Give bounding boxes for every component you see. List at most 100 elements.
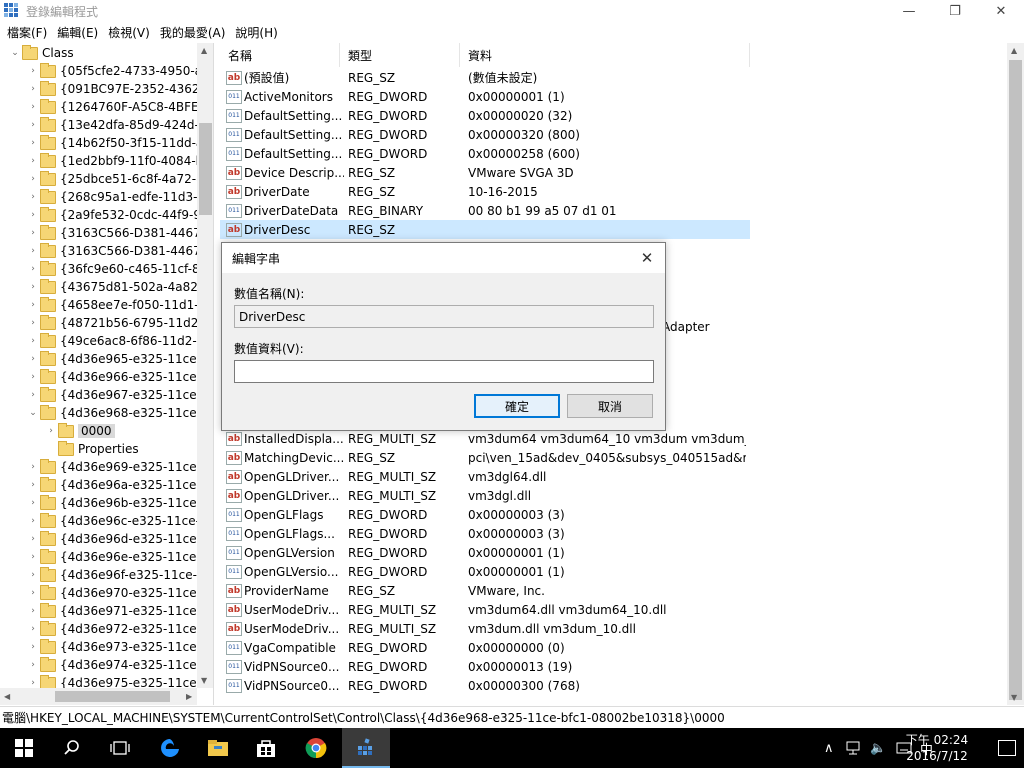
menu-help[interactable]: 說明(H): [230, 24, 282, 41]
cancel-button[interactable]: 取消: [567, 394, 653, 418]
value-row[interactable]: ab Device Descrip... REG_SZ VMware SVGA 3D: [220, 163, 750, 182]
minimize-button[interactable]: —: [886, 0, 932, 22]
value-row[interactable]: ab DriverDate REG_SZ 10-16-2015: [220, 182, 750, 201]
tree-hscroll-thumb[interactable]: [55, 691, 170, 702]
show-hidden-icons[interactable]: ∧: [824, 728, 834, 768]
scroll-up-icon[interactable]: ▲: [201, 46, 207, 55]
store-button[interactable]: [242, 728, 290, 768]
value-row[interactable]: 011 OpenGLFlags... REG_DWORD 0x00000003 (3): [220, 524, 750, 543]
tree-item[interactable]: › {4658ee7e-f050-11d1-: [26, 296, 197, 314]
value-data-input[interactable]: [234, 360, 654, 383]
expand-arrow-icon[interactable]: ›: [26, 210, 40, 220]
scroll-up-icon[interactable]: ▲: [1011, 46, 1017, 55]
value-row[interactable]: ab UserModeDriv... REG_MULTI_SZ vm3dum64.dl…: [220, 600, 750, 619]
clock[interactable]: 下午 02:24 2016/7/12: [902, 732, 972, 764]
registry-editor-taskbar-button[interactable]: [342, 728, 390, 768]
expand-arrow-icon[interactable]: ›: [26, 336, 40, 346]
tree-item[interactable]: Properties: [44, 440, 139, 458]
tree-item[interactable]: › {4d36e96f-e325-11ce-l: [26, 566, 197, 584]
expand-arrow-icon[interactable]: ›: [26, 372, 40, 382]
network-icon[interactable]: [846, 728, 862, 768]
tree-item-selected[interactable]: › 0000: [44, 422, 115, 440]
tree-item[interactable]: › {4d36e970-e325-11ce-: [26, 584, 197, 602]
tree-item-class[interactable]: ⌄ Class: [8, 44, 74, 62]
value-row[interactable]: ab InstalledDispla... REG_MULTI_SZ vm3dum64…: [220, 429, 750, 448]
menu-view[interactable]: 檢視(V): [103, 24, 155, 41]
expand-arrow-icon[interactable]: ›: [26, 102, 40, 112]
maximize-button[interactable]: ❐: [932, 0, 978, 22]
column-header-type[interactable]: 類型: [340, 43, 460, 67]
expand-arrow-icon[interactable]: ›: [26, 678, 40, 688]
value-row[interactable]: 011 OpenGLFlags REG_DWORD 0x00000003 (3): [220, 505, 750, 524]
tree-item[interactable]: › {13e42dfa-85d9-424d-: [26, 116, 197, 134]
tree-item[interactable]: ⌄ {4d36e968-e325-11ce-: [26, 404, 197, 422]
tree-item[interactable]: › {14b62f50-3f15-11dd-a: [26, 134, 197, 152]
tree-item[interactable]: › {4d36e974-e325-11ce-: [26, 656, 197, 674]
tree-item[interactable]: › {091BC97E-2352-4362-: [26, 80, 197, 98]
expand-arrow-icon[interactable]: ›: [26, 534, 40, 544]
value-row[interactable]: 011 DefaultSetting... REG_DWORD 0x00000320 …: [220, 125, 750, 144]
column-header-name[interactable]: 名稱: [220, 43, 340, 67]
expand-arrow-icon[interactable]: ›: [26, 390, 40, 400]
edge-button[interactable]: [146, 728, 194, 768]
scroll-down-icon[interactable]: ▼: [1011, 693, 1017, 702]
value-row[interactable]: ab UserModeDriv... REG_MULTI_SZ vm3dum.dll …: [220, 619, 750, 638]
tree-item[interactable]: › {1264760F-A5C8-4BFE-: [26, 98, 197, 116]
expand-arrow-icon[interactable]: ›: [26, 570, 40, 580]
value-row[interactable]: 011 VgaCompatible REG_DWORD 0x00000000 (0): [220, 638, 750, 657]
tree-item[interactable]: › {4d36e96b-e325-11ce-: [26, 494, 197, 512]
tree-item[interactable]: › {4d36e966-e325-11ce-: [26, 368, 197, 386]
value-row[interactable]: 011 DefaultSetting... REG_DWORD 0x00000258 …: [220, 144, 750, 163]
expand-arrow-icon[interactable]: ›: [26, 264, 40, 274]
value-row[interactable]: 011 DefaultSetting... REG_DWORD 0x00000020 …: [220, 106, 750, 125]
menu-file[interactable]: 檔案(F): [2, 24, 52, 41]
expand-arrow-icon[interactable]: ›: [26, 480, 40, 490]
tree-item[interactable]: › {268c95a1-edfe-11d3-: [26, 188, 197, 206]
value-row[interactable]: 011 VidPNSource0... REG_DWORD 0x00000013 (1…: [220, 657, 750, 676]
value-row[interactable]: ab OpenGLDriver... REG_MULTI_SZ vm3dgl.dll: [220, 486, 750, 505]
scroll-down-icon[interactable]: ▼: [201, 676, 207, 685]
tree-item[interactable]: › {4d36e96e-e325-11ce-: [26, 548, 197, 566]
expand-arrow-icon[interactable]: ›: [26, 282, 40, 292]
expand-arrow-icon[interactable]: ›: [26, 462, 40, 472]
value-row[interactable]: 011 DriverDateData REG_BINARY 00 80 b1 99 a…: [220, 201, 750, 220]
value-row[interactable]: 011 OpenGLVersion REG_DWORD 0x00000001 (1): [220, 543, 750, 562]
tree-item[interactable]: › {4d36e972-e325-11ce-: [26, 620, 197, 638]
tree-item[interactable]: › {49ce6ac8-6f86-11d2-b: [26, 332, 197, 350]
tree-item[interactable]: › {3163C566-D381-4467: [26, 242, 197, 260]
tree-item[interactable]: › {4d36e96a-e325-11ce-: [26, 476, 197, 494]
expand-arrow-icon[interactable]: ›: [26, 174, 40, 184]
expand-arrow-icon[interactable]: ›: [26, 552, 40, 562]
expand-arrow-icon[interactable]: ›: [26, 138, 40, 148]
scroll-left-icon[interactable]: ◀: [4, 692, 10, 701]
expand-arrow-icon[interactable]: ›: [26, 156, 40, 166]
value-row[interactable]: ab ProviderName REG_SZ VMware, Inc.: [220, 581, 750, 600]
expand-arrow-icon[interactable]: ›: [26, 606, 40, 616]
tree-item[interactable]: › {4d36e971-e325-11ce-: [26, 602, 197, 620]
tree-item[interactable]: › {4d36e973-e325-11ce-: [26, 638, 197, 656]
menu-edit[interactable]: 編輯(E): [52, 24, 103, 41]
expand-arrow-icon[interactable]: ›: [44, 426, 58, 436]
expand-arrow-icon[interactable]: ›: [26, 498, 40, 508]
value-name-field[interactable]: DriverDesc: [234, 305, 654, 328]
close-button[interactable]: ✕: [978, 0, 1024, 22]
expand-arrow-icon[interactable]: ›: [26, 228, 40, 238]
tree-vertical-scrollbar[interactable]: ▲ ▼: [197, 43, 213, 688]
expand-arrow-icon[interactable]: ›: [26, 660, 40, 670]
action-center-icon[interactable]: [998, 740, 1016, 756]
tree-item[interactable]: › {4d36e969-e325-11ce-: [26, 458, 197, 476]
dialog-close-button[interactable]: ✕: [637, 248, 657, 268]
value-row[interactable]: 011 OpenGLVersio... REG_DWORD 0x00000001 (1…: [220, 562, 750, 581]
expand-arrow-icon[interactable]: ›: [26, 516, 40, 526]
column-header-data[interactable]: 資料: [460, 43, 750, 67]
search-button[interactable]: [48, 728, 96, 768]
expand-arrow-icon[interactable]: ›: [26, 318, 40, 328]
tree-item[interactable]: › {2a9fe532-0cdc-44f9-9: [26, 206, 197, 224]
tree-item[interactable]: › {4d36e965-e325-11ce-: [26, 350, 197, 368]
tree-item[interactable]: › {48721b56-6795-11d2-: [26, 314, 197, 332]
collapse-arrow-icon[interactable]: ⌄: [26, 408, 40, 418]
task-view-button[interactable]: [96, 728, 144, 768]
tree-horizontal-scrollbar[interactable]: ◀ ▶: [0, 688, 197, 705]
expand-arrow-icon[interactable]: ›: [26, 354, 40, 364]
list-scroll-thumb[interactable]: [1009, 60, 1022, 700]
